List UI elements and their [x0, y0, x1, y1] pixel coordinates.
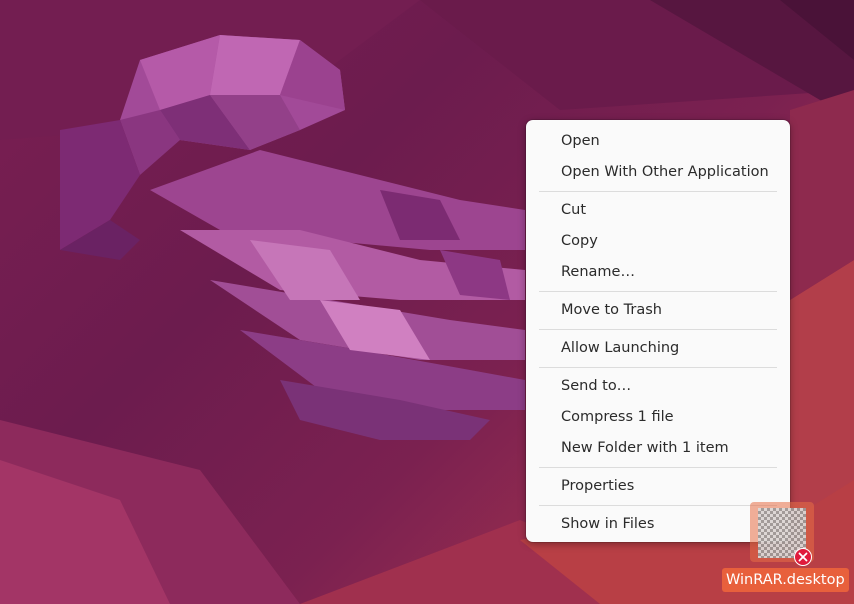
menu-separator — [539, 191, 777, 192]
menu-item-rename[interactable]: Rename… — [526, 257, 790, 288]
desktop[interactable]: Open Open With Other Application Cut Cop… — [0, 0, 854, 604]
context-menu: Open Open With Other Application Cut Cop… — [526, 120, 790, 542]
menu-separator — [539, 467, 777, 468]
error-badge-icon — [794, 548, 812, 566]
menu-item-move-to-trash[interactable]: Move to Trash — [526, 295, 790, 326]
menu-separator — [539, 329, 777, 330]
menu-item-properties[interactable]: Properties — [526, 471, 790, 502]
menu-separator — [539, 291, 777, 292]
desktop-icon-label[interactable]: WinRAR.desktop — [722, 568, 849, 592]
menu-item-send-to[interactable]: Send to… — [526, 371, 790, 402]
menu-item-open-with[interactable]: Open With Other Application — [526, 157, 790, 188]
menu-item-new-folder-with-item[interactable]: New Folder with 1 item — [526, 433, 790, 464]
menu-item-open[interactable]: Open — [526, 126, 790, 157]
menu-item-copy[interactable]: Copy — [526, 226, 790, 257]
menu-item-allow-launching[interactable]: Allow Launching — [526, 333, 790, 364]
menu-item-compress[interactable]: Compress 1 file — [526, 402, 790, 433]
desktop-icon-winrar[interactable]: WinRAR.desktop — [722, 502, 849, 598]
menu-separator — [539, 367, 777, 368]
menu-item-cut[interactable]: Cut — [526, 195, 790, 226]
